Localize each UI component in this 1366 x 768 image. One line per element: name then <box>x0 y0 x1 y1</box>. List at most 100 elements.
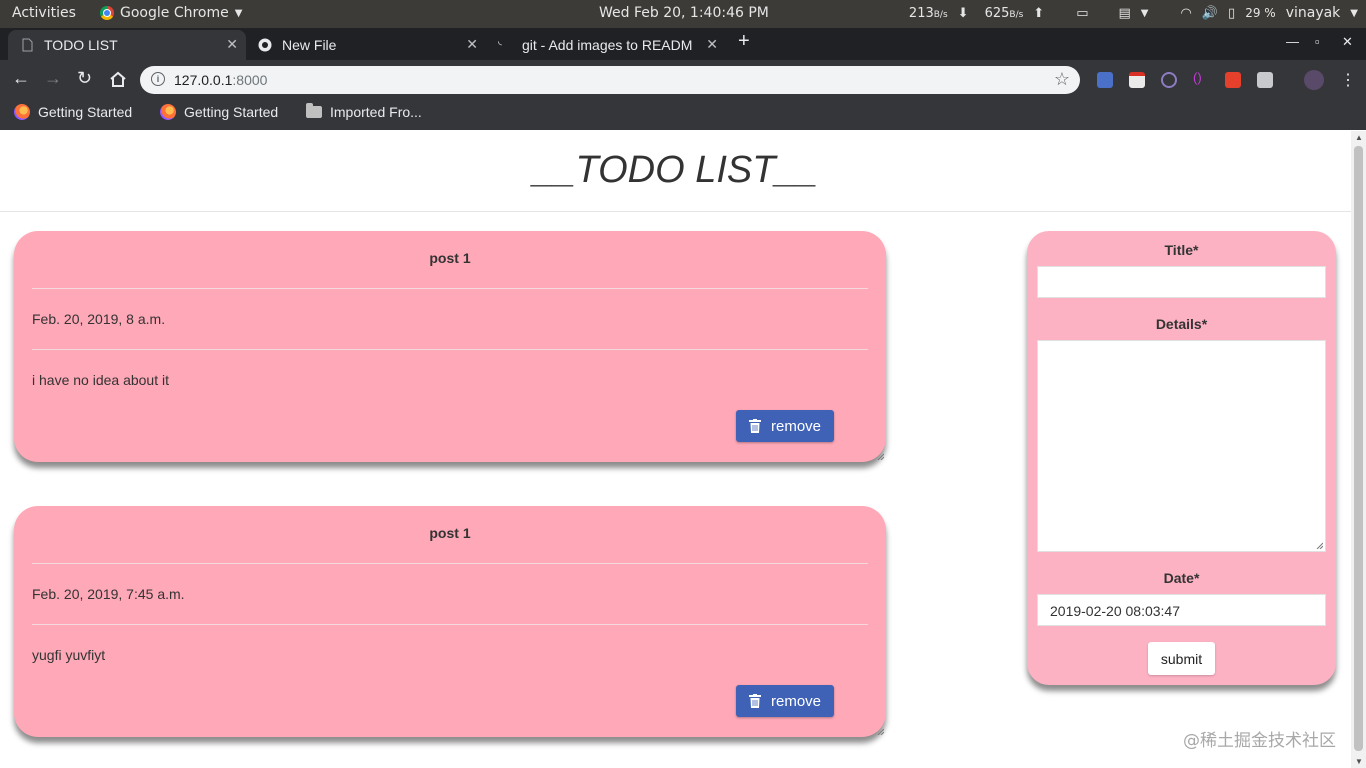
bookmark-label: Getting Started <box>184 104 279 120</box>
more-menu-icon[interactable]: ⋮ <box>1340 70 1356 89</box>
close-icon[interactable]: ✕ <box>706 36 718 53</box>
brackets-extension-icon[interactable]: () <box>1193 70 1209 86</box>
trash-icon <box>748 694 761 708</box>
reload-button[interactable]: ↻ <box>77 68 92 89</box>
post-title: post 1 <box>429 525 471 541</box>
forward-button[interactable]: → <box>44 68 62 89</box>
calendar-extension-icon[interactable] <box>1129 72 1145 88</box>
bookmark-getting-started-2[interactable]: Getting Started <box>160 104 278 120</box>
chevron-down-icon: ▼ <box>234 7 243 19</box>
folder-icon <box>306 103 322 118</box>
date-input[interactable]: 2019-02-20 08:03:47 <box>1037 594 1326 626</box>
page-viewport: __TODO LIST__ post 1 Feb. 20, 2019, 8 a.… <box>0 131 1351 768</box>
bookmark-star-icon[interactable]: ☆ <box>1054 69 1070 90</box>
minimize-button[interactable]: — <box>1286 34 1299 49</box>
page-scrollbar[interactable]: ▲ ▼ <box>1351 131 1366 768</box>
post-date: Feb. 20, 2019, 7:45 a.m. <box>32 586 185 602</box>
bookmark-folder-imported[interactable]: Imported Fro... <box>306 103 422 120</box>
post-card: post 1 Feb. 20, 2019, 7:45 a.m. yugfi yu… <box>14 506 886 737</box>
new-post-form: Title* Details* Date* 2019-02-20 08:03:4… <box>1027 231 1336 685</box>
tab-title: New File <box>282 37 337 53</box>
back-button[interactable]: ← <box>12 68 30 89</box>
tab-todo-list[interactable]: TODO LIST ✕ <box>8 30 246 60</box>
net-down-readout: 213B/s <box>908 5 948 21</box>
battery-percent: 29 % <box>1245 6 1276 20</box>
address-bar[interactable]: i 127.0.0.1:8000 ☆ <box>140 66 1080 94</box>
status-area[interactable]: 213B/s ⬇ 625B/s ⬆ ▭ ▤ ▼ ◠ 🔊 ▯ 29 % vinay… <box>909 5 1358 21</box>
divider <box>32 563 868 564</box>
title-label: Title* <box>1164 242 1199 258</box>
wifi-icon: ◠ <box>1180 5 1192 21</box>
divider <box>32 349 868 350</box>
resize-grip-icon <box>877 728 884 735</box>
battery-icon: ▯ <box>1228 5 1236 21</box>
chevron-down-icon: ▼ <box>1350 7 1358 19</box>
page-title: __TODO LIST__ <box>533 149 818 191</box>
loading-icon: ◟ <box>498 36 502 47</box>
bookmark-label: Getting Started <box>38 104 133 120</box>
remove-label: remove <box>770 692 822 710</box>
close-icon[interactable]: ✕ <box>226 36 238 53</box>
home-icon[interactable] <box>109 71 127 87</box>
activities-button[interactable]: Activities <box>12 5 76 21</box>
block-extension-icon[interactable] <box>1161 72 1177 88</box>
scroll-up-arrow[interactable]: ▲ <box>1355 133 1363 142</box>
post-card: post 1 Feb. 20, 2019, 8 a.m. i have no i… <box>14 231 886 462</box>
details-textarea[interactable] <box>1037 340 1326 552</box>
bookmark-getting-started[interactable]: Getting Started <box>14 104 132 120</box>
resize-grip-icon <box>877 453 884 460</box>
new-tab-button[interactable]: + <box>738 30 750 53</box>
url-text[interactable]: 127.0.0.1:8000 <box>174 72 267 88</box>
divider <box>32 624 868 625</box>
date-label: Date* <box>1163 570 1200 586</box>
details-label: Details* <box>1155 316 1208 332</box>
user-name: vinayak <box>1285 5 1341 21</box>
tab-new-file[interactable]: New File ✕ <box>246 30 486 60</box>
clock[interactable]: Wed Feb 20, 1:40:46 PM <box>599 5 769 21</box>
close-window-button[interactable]: ✕ <box>1342 34 1353 50</box>
clipboard-icon: ▤ <box>1118 5 1131 21</box>
trash-icon <box>748 419 761 433</box>
system-top-bar: Activities Google Chrome ▼ Wed Feb 20, 1… <box>0 0 1366 28</box>
arrow-down-icon: ⬇ <box>957 5 969 21</box>
github-icon <box>258 38 272 52</box>
scrollbar-thumb[interactable] <box>1354 146 1363 751</box>
chrome-icon <box>100 6 114 20</box>
divider <box>32 288 868 289</box>
chevron-down-icon: ▼ <box>1140 7 1149 19</box>
tablet-icon: ▭ <box>1076 5 1089 21</box>
info-icon[interactable]: i <box>151 72 165 86</box>
submit-button[interactable]: submit <box>1148 642 1215 675</box>
close-icon[interactable]: ✕ <box>466 36 478 53</box>
firefox-icon <box>14 104 30 120</box>
post-details: yugfi yuvfiyt <box>32 647 106 663</box>
bookmarks-bar: Getting Started Getting Started Imported… <box>0 98 1366 130</box>
scroll-down-arrow[interactable]: ▼ <box>1355 757 1363 766</box>
app-name: Google Chrome <box>120 5 229 21</box>
app-menu[interactable]: Google Chrome ▼ <box>100 5 242 21</box>
firefox-icon <box>160 104 176 120</box>
title-input[interactable] <box>1037 266 1326 298</box>
tab-git-images[interactable]: ◟ git - Add images to READM ✕ <box>486 30 726 60</box>
post-date: Feb. 20, 2019, 8 a.m. <box>32 311 166 327</box>
page-header: __TODO LIST__ <box>0 131 1351 212</box>
bookmark-label: Imported Fro... <box>330 104 422 120</box>
net-up-readout: 625B/s <box>984 5 1024 21</box>
red-extension-icon[interactable] <box>1225 72 1241 88</box>
resize-grip-icon[interactable] <box>1315 541 1323 549</box>
remove-label: remove <box>770 417 822 435</box>
date-value: 2019-02-20 08:03:47 <box>1050 603 1180 619</box>
page-icon <box>22 38 33 52</box>
watermark: @稀土掘金技术社区 <box>1183 731 1336 751</box>
tab-strip: TODO LIST ✕ New File ✕ ◟ git - Add image… <box>0 28 1366 60</box>
post-details: i have no idea about it <box>32 372 169 388</box>
arrow-up-icon: ⬆ <box>1033 5 1045 21</box>
avatar[interactable] <box>1304 70 1324 90</box>
post-title: post 1 <box>429 250 471 266</box>
tab-title: git - Add images to READM <box>522 37 693 53</box>
remove-button[interactable]: remove <box>736 685 834 717</box>
grammar-extension-icon[interactable] <box>1257 72 1273 88</box>
maximize-button[interactable]: ▫ <box>1315 34 1320 49</box>
translate-extension-icon[interactable] <box>1097 72 1113 88</box>
remove-button[interactable]: remove <box>736 410 834 442</box>
